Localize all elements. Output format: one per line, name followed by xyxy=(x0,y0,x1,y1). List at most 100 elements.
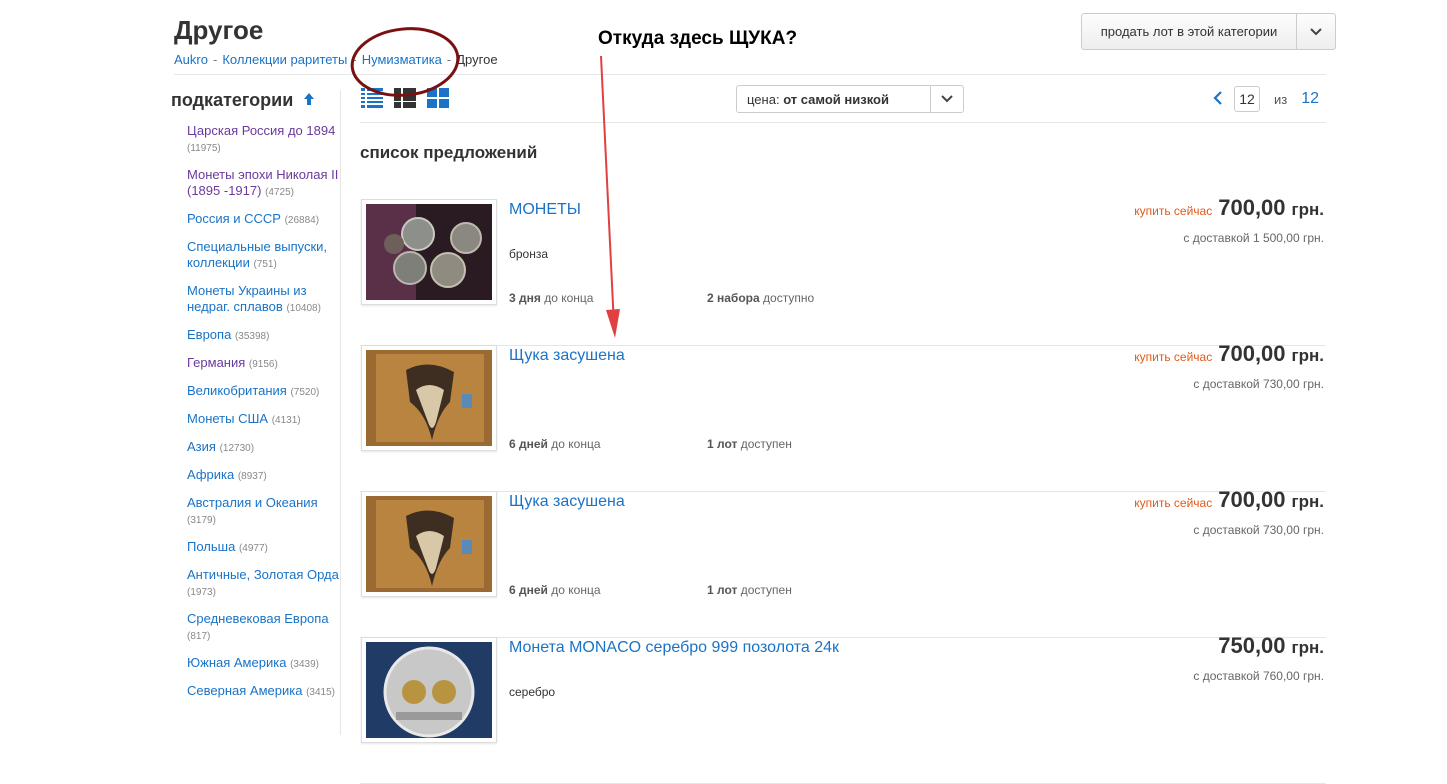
breadcrumb-collections[interactable]: Коллекции раритеты xyxy=(222,52,347,67)
chevron-down-icon[interactable] xyxy=(930,86,963,112)
subcategory-item[interactable]: Польша (4977) xyxy=(187,539,339,557)
subcategory-label[interactable]: Россия и СССР xyxy=(187,211,281,226)
subcategory-item[interactable]: Россия и СССР (26884) xyxy=(187,211,339,229)
listing-thumbnail[interactable] xyxy=(361,199,497,305)
subcategory-label[interactable]: Южная Америка xyxy=(187,655,286,670)
subcategory-label[interactable]: Польша xyxy=(187,539,235,554)
sell-lot-label[interactable]: продать лот в этой категории xyxy=(1082,14,1297,49)
subcategory-item[interactable]: Австралия и Океания (3179) xyxy=(187,495,339,529)
breadcrumb-separator: - xyxy=(352,52,357,67)
pagination: 12 из 12 xyxy=(1210,86,1319,112)
listing-price: 750,00 грн. xyxy=(1212,633,1324,659)
listing-availability: 2 набора доступно xyxy=(707,291,814,305)
divider xyxy=(174,74,1326,75)
time-left-suffix: до конца xyxy=(551,437,601,451)
subcategory-label[interactable]: Античные, Золотая Орда xyxy=(187,567,339,582)
listing-price: купить сейчас 700,00 грн. xyxy=(1134,341,1324,367)
time-left-value: 6 дней xyxy=(509,437,548,451)
subcategory-item[interactable]: Монеты Украины из недраг. сплавов (10408… xyxy=(187,283,339,317)
subcategory-count: (8937) xyxy=(237,471,267,482)
subcategory-label[interactable]: Азия xyxy=(187,439,216,454)
subcategory-item[interactable]: Монеты США (4131) xyxy=(187,411,339,429)
time-left-suffix: до конца xyxy=(551,583,601,597)
buy-now-label: купить сейчас xyxy=(1134,496,1213,510)
listing-title-link[interactable]: Монета MONACO серебро 999 позолота 24к xyxy=(509,639,839,657)
breadcrumb: Aukro - Коллекции раритеты - Нумизматика - Дру… xyxy=(174,52,498,67)
subcategory-item[interactable]: Германия (9156) xyxy=(187,355,339,373)
delivery-price: с доставкой 760,00 грн. xyxy=(1193,669,1324,683)
page-number-input[interactable]: 12 xyxy=(1234,86,1260,112)
price-value: 700,00 xyxy=(1218,487,1286,512)
subcategory-item[interactable]: Античные, Золотая Орда (1973) xyxy=(187,567,339,601)
prev-page-icon[interactable] xyxy=(1210,88,1226,111)
annotation-text: Откуда здесь ЩУКА? xyxy=(598,28,798,49)
listing-title-link[interactable]: Щука засушена xyxy=(509,493,625,511)
breadcrumb-numismatics[interactable]: Нумизматика xyxy=(362,52,442,67)
subcategory-label[interactable]: Великобритания xyxy=(187,383,287,398)
subcategory-label[interactable]: Африка xyxy=(187,467,234,482)
subcategory-label[interactable]: Северная Америка xyxy=(187,683,302,698)
time-left-value: 6 дней xyxy=(509,583,548,597)
subcategory-label[interactable]: Германия xyxy=(187,355,245,370)
listing-availability: 1 лот доступен xyxy=(707,583,792,597)
subcategory-count: (3179) xyxy=(187,515,216,526)
sort-value: от самой низкой xyxy=(783,91,889,107)
buy-now-label: купить сейчас xyxy=(1134,350,1213,364)
subcategory-count: (1973) xyxy=(187,587,216,598)
arrow-up-icon[interactable] xyxy=(303,90,315,111)
listing-item: МОНЕТЫ бронза 3 дня до конца 2 набора до… xyxy=(360,195,1326,346)
listing-thumbnail[interactable] xyxy=(361,345,497,451)
listing-time-left: 6 дней до конца xyxy=(509,583,601,597)
subcategory-item[interactable]: Северная Америка (3415) xyxy=(187,683,339,701)
subcategory-count: (751) xyxy=(253,259,277,270)
subcategory-item[interactable]: Европа (35398) xyxy=(187,327,339,345)
delivery-price: с доставкой 730,00 грн. xyxy=(1193,523,1324,537)
grid-view-icon[interactable] xyxy=(427,88,449,113)
sidebar-title: подкатегории xyxy=(171,90,339,111)
subcategory-label[interactable]: Австралия и Океания xyxy=(187,495,318,510)
subcategory-item[interactable]: Африка (8937) xyxy=(187,467,339,485)
subcategory-count: (817) xyxy=(187,631,211,642)
subcategory-item[interactable]: Средневековая Европа (817) xyxy=(187,611,339,645)
subcategory-label[interactable]: Европа xyxy=(187,327,231,342)
listing-time-left: 6 дней до конца xyxy=(509,437,601,451)
sell-lot-button[interactable]: продать лот в этой категории xyxy=(1081,13,1336,50)
subcategory-item[interactable]: Монеты эпохи Николая II (1895 -1917) (47… xyxy=(187,167,339,201)
subcategory-label[interactable]: Монеты США xyxy=(187,411,268,426)
subcategory-count: (3439) xyxy=(290,659,319,670)
subcategory-count: (11975) xyxy=(187,143,221,154)
divider xyxy=(360,122,1326,123)
subcategory-count: (4131) xyxy=(271,415,301,426)
subcategory-count: (35398) xyxy=(234,331,270,342)
availability-suffix: доступен xyxy=(740,583,792,597)
price-currency: грн. xyxy=(1291,346,1324,365)
listing-title-link[interactable]: МОНЕТЫ xyxy=(509,201,581,219)
page-header: Другое Aukro - Коллекции раритеты - Нумизмат… xyxy=(174,14,498,67)
sort-select[interactable]: цена: от самой низкой xyxy=(736,85,964,113)
compact-list-view-icon[interactable] xyxy=(394,88,416,113)
sort-prefix: цена: xyxy=(747,91,780,107)
price-value: 700,00 xyxy=(1218,195,1286,220)
listing-title-link[interactable]: Щука засушена xyxy=(509,347,625,365)
subcategory-label[interactable]: Средневековая Европа xyxy=(187,611,329,626)
sort-label[interactable]: цена: от самой низкой xyxy=(737,92,930,107)
list-view-icon[interactable] xyxy=(361,88,383,113)
delivery-price: с доставкой 730,00 грн. xyxy=(1193,377,1324,391)
subcategory-item[interactable]: Царская Россия до 1894 (11975) xyxy=(187,123,339,157)
listing-thumbnail[interactable] xyxy=(361,637,497,743)
list-title: список предложений xyxy=(360,143,538,162)
chevron-down-icon[interactable] xyxy=(1297,14,1335,49)
subcategory-label[interactable]: Царская Россия до 1894 xyxy=(187,123,335,138)
subcategory-item[interactable]: Великобритания (7520) xyxy=(187,383,339,401)
breadcrumb-separator: - xyxy=(446,52,452,67)
subcategory-item[interactable]: Специальные выпуски, коллекции (751) xyxy=(187,239,339,273)
total-pages-link[interactable]: 12 xyxy=(1301,90,1319,108)
subcategory-count: (7520) xyxy=(290,387,320,398)
breadcrumb-aukro[interactable]: Aukro xyxy=(174,52,208,67)
subcategory-label[interactable]: Монеты эпохи Николая II (1895 -1917) xyxy=(187,167,338,198)
subcategory-item[interactable]: Азия (12730) xyxy=(187,439,339,457)
listing-thumbnail[interactable] xyxy=(361,491,497,597)
sidebar-title-text: подкатегории xyxy=(171,90,294,110)
subcategory-item[interactable]: Южная Америка (3439) xyxy=(187,655,339,673)
view-mode-switcher xyxy=(361,88,449,113)
